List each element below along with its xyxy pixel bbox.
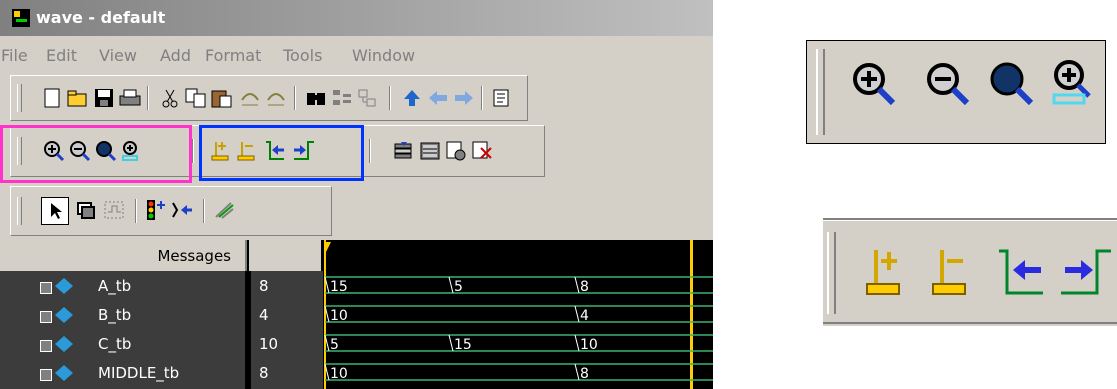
expand-icon[interactable] [40, 369, 52, 381]
up-arrow-icon[interactable] [399, 85, 425, 111]
open-folder-icon[interactable] [65, 85, 91, 111]
expand-icon[interactable] [40, 340, 52, 352]
expand-icon[interactable] [40, 282, 52, 294]
mode-toolbar [10, 186, 332, 236]
bus-transition [574, 363, 580, 381]
bus-transition [448, 276, 454, 294]
signal-diamond-icon [55, 365, 73, 381]
save-icon[interactable] [91, 85, 117, 111]
menu-format[interactable]: Format [205, 46, 261, 65]
signal-value-list: 8 4 10 8 [249, 271, 323, 389]
memory-icon[interactable] [417, 138, 443, 164]
insert-icon[interactable] [169, 197, 195, 223]
toolbar-grip [827, 232, 836, 314]
signal-value: 4 [259, 306, 269, 324]
zoom-group-highlight [0, 125, 192, 183]
signal-row[interactable]: C_tb [0, 329, 245, 358]
menu-tools[interactable]: Tools [283, 46, 322, 65]
copy-icon[interactable] [183, 85, 209, 111]
bus-value: 15 [330, 279, 348, 295]
cursor-line [690, 240, 693, 389]
menu-view[interactable]: View [99, 46, 137, 65]
expand-icon[interactable] [40, 311, 52, 323]
add-cursor-icon[interactable] [865, 248, 909, 300]
signal-value: 10 [259, 335, 279, 353]
app-icon [12, 9, 30, 27]
cut-icon[interactable] [157, 85, 183, 111]
signal-value: 8 [259, 364, 269, 382]
bus-transition [574, 305, 580, 323]
zoom-cursor-icon[interactable] [1051, 59, 1097, 111]
bus-value: 4 [580, 308, 589, 324]
signal-row[interactable]: A_tb [0, 271, 245, 300]
bus-transition [448, 334, 454, 352]
forward-icon[interactable] [451, 85, 477, 111]
zoom-icons-closeup [806, 40, 1106, 144]
bus-value: 5 [330, 337, 339, 353]
print-icon[interactable] [117, 85, 143, 111]
dataset-icon[interactable] [391, 138, 417, 164]
cursor-icons-closeup [823, 218, 1117, 326]
bus-transition [574, 276, 580, 294]
signal-row[interactable]: B_tb [0, 300, 245, 329]
messages-header[interactable]: Messages [0, 240, 247, 271]
bus-value: 10 [330, 308, 348, 324]
menu-file[interactable]: File [1, 46, 28, 65]
toolbar-grip [816, 49, 825, 135]
find-icon[interactable] [303, 85, 329, 111]
values-header[interactable] [249, 240, 321, 271]
signal-icon[interactable] [143, 197, 169, 223]
bus-value: 10 [580, 337, 598, 353]
wave-panel: Messages A_tb B_tb C_tb MIDDLE_tb 8 4 10… [0, 240, 713, 389]
hierarchy-icon[interactable] [355, 85, 381, 111]
wave-window: wave - default File Edit View Add Format… [0, 0, 713, 389]
signal-diamond-icon [55, 278, 73, 294]
select-pointer-icon[interactable] [41, 197, 69, 225]
menu-edit[interactable]: Edit [46, 46, 77, 65]
paste-icon[interactable] [209, 85, 235, 111]
signal-name: MIDDLE_tb [98, 364, 180, 382]
bus-value: 8 [580, 366, 589, 382]
list-icon[interactable] [489, 85, 515, 111]
waveform-canvas[interactable]: 15 5 8 10 4 5 15 10 10 8 [323, 240, 713, 389]
bookmark-icon[interactable] [443, 138, 469, 164]
undo-icon[interactable] [237, 85, 263, 111]
standard-toolbar [10, 75, 528, 121]
bus-value: 5 [454, 279, 463, 295]
signal-diamond-icon [55, 307, 73, 323]
bus-value: 15 [454, 337, 472, 353]
zoom-in-icon[interactable] [851, 61, 897, 107]
cursor-group-highlight [199, 125, 364, 181]
signal-diamond-icon [55, 336, 73, 352]
waveform-compare-icon[interactable] [211, 197, 237, 223]
signal-value: 8 [259, 277, 269, 295]
zoom-full-icon[interactable] [989, 61, 1035, 107]
window-title: wave - default [36, 8, 166, 27]
edit-mode-icon[interactable] [101, 197, 127, 223]
waveform-header [323, 240, 713, 271]
bus-value: 8 [580, 279, 589, 295]
back-icon[interactable] [425, 85, 451, 111]
signal-row[interactable]: MIDDLE_tb [0, 358, 245, 387]
toolbar-grip[interactable] [17, 197, 22, 225]
previous-edge-icon[interactable] [997, 248, 1047, 300]
new-file-icon[interactable] [39, 85, 65, 111]
zoom-out-icon[interactable] [925, 61, 971, 107]
toolbar-grip[interactable] [17, 84, 22, 112]
delete-cursor-icon[interactable] [931, 248, 975, 300]
menu-bar: File Edit View Add Format Tools Window [0, 38, 713, 68]
next-edge-icon[interactable] [1059, 248, 1113, 300]
title-bar: wave - default [0, 0, 713, 36]
menu-add[interactable]: Add [160, 46, 191, 65]
messages-header-label: Messages [157, 247, 231, 265]
bus-value: 10 [330, 366, 348, 382]
menu-window[interactable]: Window [352, 46, 415, 65]
zoom-mode-icon[interactable] [73, 197, 99, 223]
signal-name-list: A_tb B_tb C_tb MIDDLE_tb [0, 271, 245, 389]
compare-icon[interactable] [329, 85, 355, 111]
bus-transition [574, 334, 580, 352]
delete-bookmark-icon[interactable] [469, 138, 495, 164]
redo-icon[interactable] [263, 85, 289, 111]
